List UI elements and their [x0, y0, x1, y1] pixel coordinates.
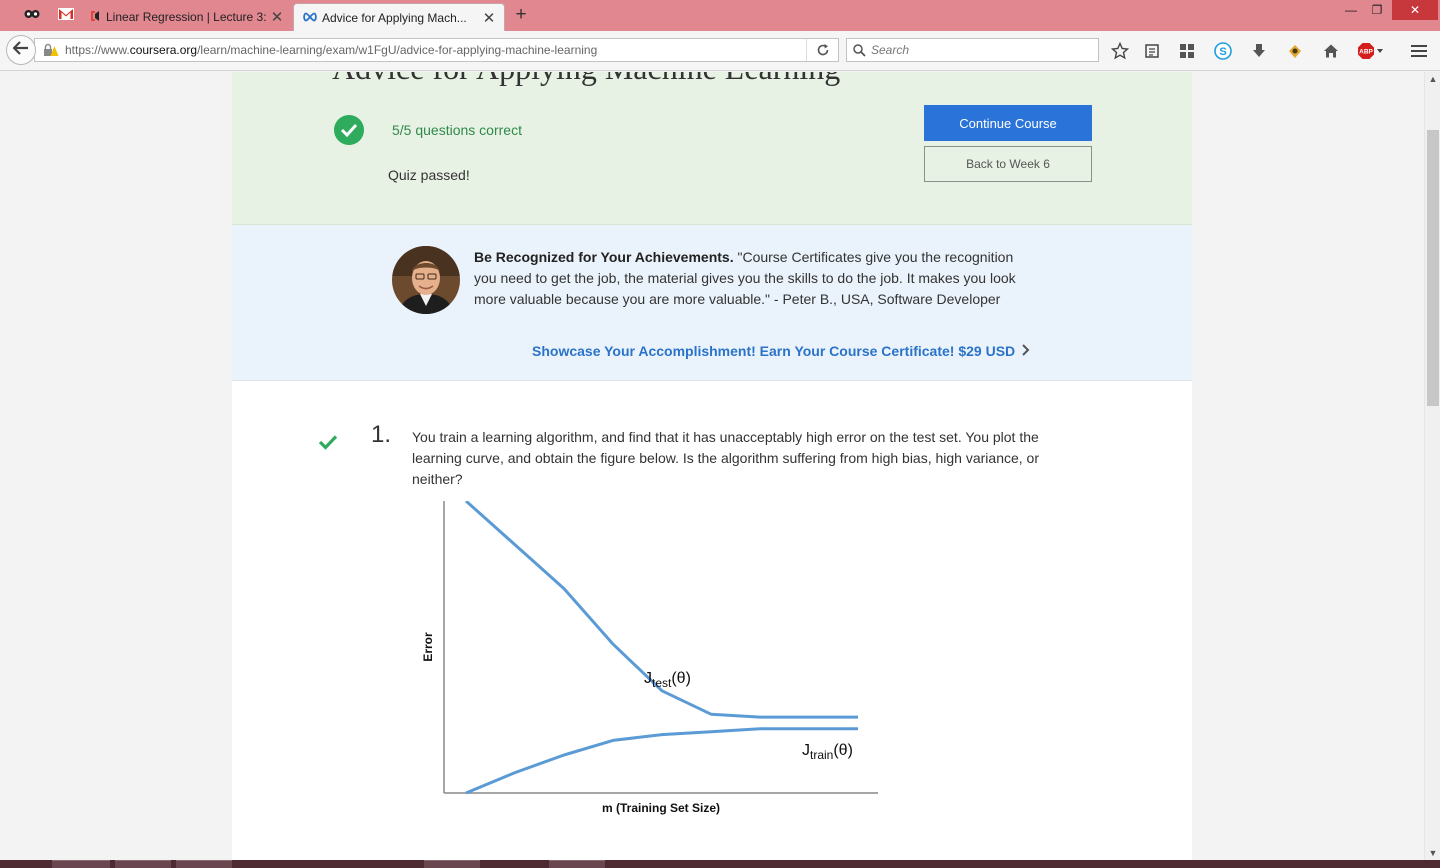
- adblock-label: ABP: [1359, 49, 1373, 56]
- svg-text:S: S: [1219, 46, 1226, 58]
- home-icon[interactable]: [1321, 41, 1341, 61]
- minimize-button[interactable]: —: [1340, 0, 1362, 20]
- testimonial-quote: Be Recognized for Your Achievements. "Co…: [474, 247, 1034, 310]
- back-button[interactable]: [6, 35, 36, 65]
- bookmark-star-icon[interactable]: [1110, 41, 1130, 61]
- arrow-left-icon: [12, 40, 29, 60]
- scroll-up-icon[interactable]: ▲: [1425, 74, 1440, 84]
- earn-certificate-label: Showcase Your Accomplishment! Earn Your …: [532, 343, 1016, 359]
- back-to-week-button[interactable]: Back to Week 6: [924, 146, 1092, 182]
- avatar: [392, 246, 460, 314]
- skype-icon[interactable]: S: [1213, 41, 1233, 61]
- learning-curve-chart: Error m (Training Set Size) Jtest(θ) Jtr…: [421, 501, 878, 815]
- close-icon[interactable]: ✕: [270, 8, 284, 26]
- url-prefix: https://www.: [65, 43, 130, 57]
- taskbar-item[interactable]: [424, 860, 480, 868]
- gmail-icon: [58, 7, 74, 25]
- new-tab-button[interactable]: +: [510, 4, 532, 28]
- search-placeholder: Search: [871, 43, 910, 57]
- earn-certificate-link[interactable]: Showcase Your Accomplishment! Earn Your …: [532, 343, 1030, 359]
- tab-title: Linear Regression | Lecture 3: L...: [106, 10, 270, 24]
- taskbar-item[interactable]: [176, 860, 232, 868]
- url-path: /learn/machine-learning/exam/w1FgU/advic…: [197, 43, 598, 57]
- pinned-tab[interactable]: [19, 4, 45, 28]
- navigation-bar: https://www.coursera.org/learn/machine-l…: [0, 31, 1440, 71]
- tab-strip: Linear Regression | Lecture 3: L... ✕ Ad…: [0, 0, 1440, 31]
- quiz-result-panel: Advice for Applying Machine Learning 5/5…: [232, 72, 1192, 225]
- menu-icon[interactable]: [1409, 41, 1429, 61]
- question-number: 1.: [371, 421, 392, 448]
- page-title: Advice for Applying Machine Learning: [332, 72, 840, 87]
- y-axis-label: Error: [421, 632, 435, 662]
- coursera-infinity-icon: [302, 11, 318, 25]
- quiz-status: Quiz passed!: [388, 167, 470, 183]
- tab-title: Advice for Applying Mach...: [322, 10, 467, 25]
- testimonial-heading: Be Recognized for Your Achievements.: [474, 249, 734, 265]
- tab-linear-regression[interactable]: Linear Regression | Lecture 3: L... ✕: [80, 3, 292, 31]
- score-text: 5/5 questions correct: [392, 122, 522, 138]
- mask-icon: [24, 7, 40, 25]
- scrollbar-thumb[interactable]: [1427, 130, 1439, 406]
- search-input[interactable]: Search: [846, 38, 1099, 62]
- scroll-down-icon[interactable]: ▼: [1425, 848, 1440, 858]
- download-icon[interactable]: [1249, 41, 1269, 61]
- taskbar-item[interactable]: [52, 860, 110, 868]
- coursera-favicon-icon: [88, 9, 102, 26]
- window-close-button[interactable]: ✕: [1392, 0, 1438, 20]
- url-text: https://www.coursera.org/learn/machine-l…: [65, 43, 806, 57]
- series-label-jtrain: Jtrain(θ): [802, 742, 853, 762]
- x-axis-label: m (Training Set Size): [602, 801, 720, 815]
- scrollbar[interactable]: ▲ ▼: [1424, 72, 1440, 860]
- certificate-promo: Be Recognized for Your Achievements. "Co…: [232, 225, 1192, 381]
- adblock-icon[interactable]: ABP: [1356, 41, 1386, 61]
- continue-course-button[interactable]: Continue Course: [924, 105, 1092, 141]
- reload-icon[interactable]: [806, 39, 838, 61]
- restore-button[interactable]: ❐: [1366, 0, 1388, 20]
- pinned-tab-gmail[interactable]: [53, 4, 79, 28]
- question-1: 1. You train a learning algorithm, and f…: [232, 381, 1192, 860]
- check-circle-icon: [334, 115, 364, 145]
- correct-check-icon: [318, 434, 338, 455]
- series-label-jtest: Jtest(θ): [644, 670, 691, 690]
- chevron-right-icon: [1021, 343, 1030, 359]
- close-icon[interactable]: ✕: [482, 9, 496, 27]
- question-text: You train a learning algorithm, and find…: [412, 429, 1039, 487]
- apps-grid-icon[interactable]: [1177, 41, 1197, 61]
- series-line-jtrain: [465, 727, 858, 795]
- tab-advice[interactable]: Advice for Applying Mach... ✕: [293, 3, 505, 31]
- reading-list-icon[interactable]: [1142, 41, 1162, 61]
- lock-warning-icon[interactable]: [37, 43, 65, 57]
- search-icon: [847, 43, 871, 57]
- taskbar-item[interactable]: [115, 860, 171, 868]
- page-content: Advice for Applying Machine Learning 5/5…: [0, 72, 1424, 860]
- url-bar[interactable]: https://www.coursera.org/learn/machine-l…: [34, 38, 839, 62]
- taskbar-item[interactable]: [549, 860, 605, 868]
- url-domain: coursera.org: [129, 43, 198, 57]
- extension-icon[interactable]: [1285, 41, 1305, 61]
